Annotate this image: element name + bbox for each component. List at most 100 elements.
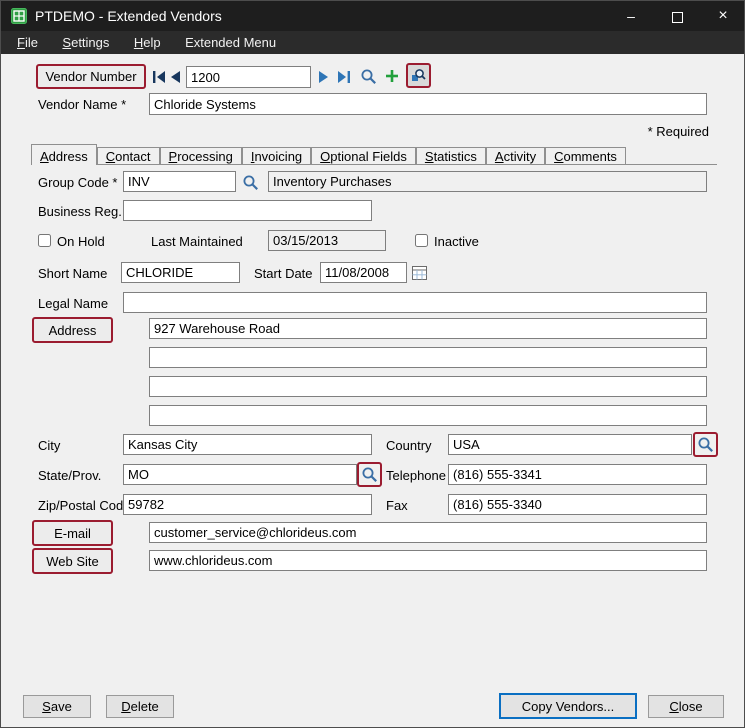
address-line-4-input[interactable] [149, 405, 707, 426]
menu-label-settings: Settings [62, 31, 109, 54]
business-reg-input[interactable] [123, 200, 372, 221]
menu-label-help: Help [134, 31, 161, 54]
app-icon [11, 8, 27, 24]
tab-statistics[interactable]: Statistics [416, 147, 486, 164]
required-note: * Required [629, 124, 709, 139]
vendor-number-button[interactable]: Vendor Number [36, 64, 146, 89]
email-input[interactable] [149, 522, 707, 543]
tab-statistics-label: Statistics [425, 149, 477, 164]
fax-input[interactable] [448, 494, 707, 515]
tab-activity-label: Activity [495, 149, 536, 164]
address-button[interactable]: Address [32, 317, 113, 343]
window-title: PTDEMO - Extended Vendors [35, 1, 222, 31]
short-name-input[interactable] [121, 262, 240, 283]
tab-processing[interactable]: Processing [160, 147, 242, 164]
menu-item-file[interactable]: File [7, 31, 48, 54]
tab-address[interactable]: Address [31, 144, 97, 165]
address-button-label: Address [49, 323, 97, 338]
delete-button[interactable]: Delete [106, 695, 174, 718]
city-input[interactable] [123, 434, 372, 455]
menu-item-help[interactable]: Help [124, 31, 171, 54]
website-input[interactable] [149, 550, 707, 571]
minimize-button[interactable]: – [608, 1, 654, 31]
save-button[interactable]: Save [23, 695, 91, 718]
menu-item-settings[interactable]: Settings [52, 31, 119, 54]
first-record-button[interactable] [150, 67, 167, 87]
tab-comments[interactable]: Comments [545, 147, 626, 164]
prev-record-icon [170, 71, 180, 83]
vendor-name-input[interactable] [149, 93, 707, 115]
save-button-label: Save [42, 699, 72, 714]
telephone-label: Telephone [386, 468, 446, 483]
group-code-input[interactable] [123, 171, 236, 192]
tab-optional-fields[interactable]: Optional Fields [311, 147, 416, 164]
minimize-icon: – [627, 8, 635, 24]
inactive-checkbox[interactable] [415, 234, 428, 247]
previous-record-button[interactable] [168, 67, 182, 87]
state-finder-icon [361, 466, 378, 483]
vendor-number-input[interactable] [186, 66, 311, 88]
tab-activity[interactable]: Activity [486, 147, 545, 164]
menu-item-extended-menu[interactable]: Extended Menu [175, 31, 286, 54]
close-icon: × [718, 7, 727, 24]
finder-icon [360, 68, 377, 85]
group-code-finder-button[interactable] [240, 172, 260, 192]
new-vendor-button[interactable] [383, 67, 401, 85]
menu-bar: File Settings Help Extended Menu [1, 31, 744, 54]
address-line-2-input[interactable] [149, 347, 707, 368]
vendor-finder-button[interactable] [358, 66, 378, 86]
country-input[interactable] [448, 434, 692, 455]
email-button-label: E-mail [54, 526, 91, 541]
delete-button-label: Delete [121, 699, 159, 714]
last-record-button[interactable] [335, 67, 352, 87]
start-date-calendar-button[interactable] [410, 264, 428, 281]
inactive-label: Inactive [434, 234, 479, 249]
close-window-button[interactable]: × [700, 1, 745, 31]
tab-invoicing[interactable]: Invoicing [242, 147, 311, 164]
email-button[interactable]: E-mail [32, 520, 113, 546]
state-label: State/Prov. [38, 468, 101, 483]
zip-input[interactable] [123, 494, 372, 515]
vendor-name-label: Vendor Name * [38, 97, 126, 112]
inquiry-icon [411, 68, 426, 83]
vendor-inquiry-button[interactable] [406, 63, 431, 88]
close-button-label: Close [669, 699, 702, 714]
start-date-input[interactable] [320, 262, 407, 283]
copy-vendors-button[interactable]: Copy Vendors... [499, 693, 637, 719]
country-finder-icon [697, 436, 714, 453]
address-line-3-input[interactable] [149, 376, 707, 397]
legal-name-input[interactable] [123, 292, 707, 313]
title-bar: PTDEMO - Extended Vendors – × [1, 1, 744, 31]
group-code-description-field: Inventory Purchases [268, 171, 707, 192]
country-finder-button[interactable] [693, 432, 718, 457]
state-finder-button[interactable] [357, 462, 382, 487]
zip-label: Zip/Postal Code [38, 498, 131, 513]
group-code-label: Group Code * [38, 175, 118, 190]
maximize-button[interactable] [654, 1, 700, 31]
city-label: City [38, 438, 60, 453]
menu-label-file: File [17, 31, 38, 54]
new-icon [385, 69, 399, 83]
tab-contact-label: Contact [106, 149, 151, 164]
legal-name-label: Legal Name [38, 296, 108, 311]
tab-strip: Address Contact Processing Invoicing Opt… [31, 144, 626, 165]
address-line-1-input[interactable] [149, 318, 707, 339]
group-code-finder-icon [242, 174, 259, 191]
on-hold-checkbox[interactable] [38, 234, 51, 247]
tab-optional-fields-label: Optional Fields [320, 149, 407, 164]
menu-label-extended-menu: Extended Menu [185, 35, 276, 50]
last-record-icon [337, 71, 351, 83]
next-record-button[interactable] [317, 67, 331, 87]
fax-label: Fax [386, 498, 408, 513]
tab-comments-label: Comments [554, 149, 617, 164]
close-button[interactable]: Close [648, 695, 724, 718]
next-record-icon [319, 71, 329, 83]
last-maintained-field: 03/15/2013 [268, 230, 386, 251]
website-button[interactable]: Web Site [32, 548, 113, 574]
state-input[interactable] [123, 464, 357, 485]
first-record-icon [152, 71, 166, 83]
on-hold-label: On Hold [57, 234, 105, 249]
start-date-label: Start Date [254, 266, 313, 281]
tab-contact[interactable]: Contact [97, 147, 160, 164]
telephone-input[interactable] [448, 464, 707, 485]
